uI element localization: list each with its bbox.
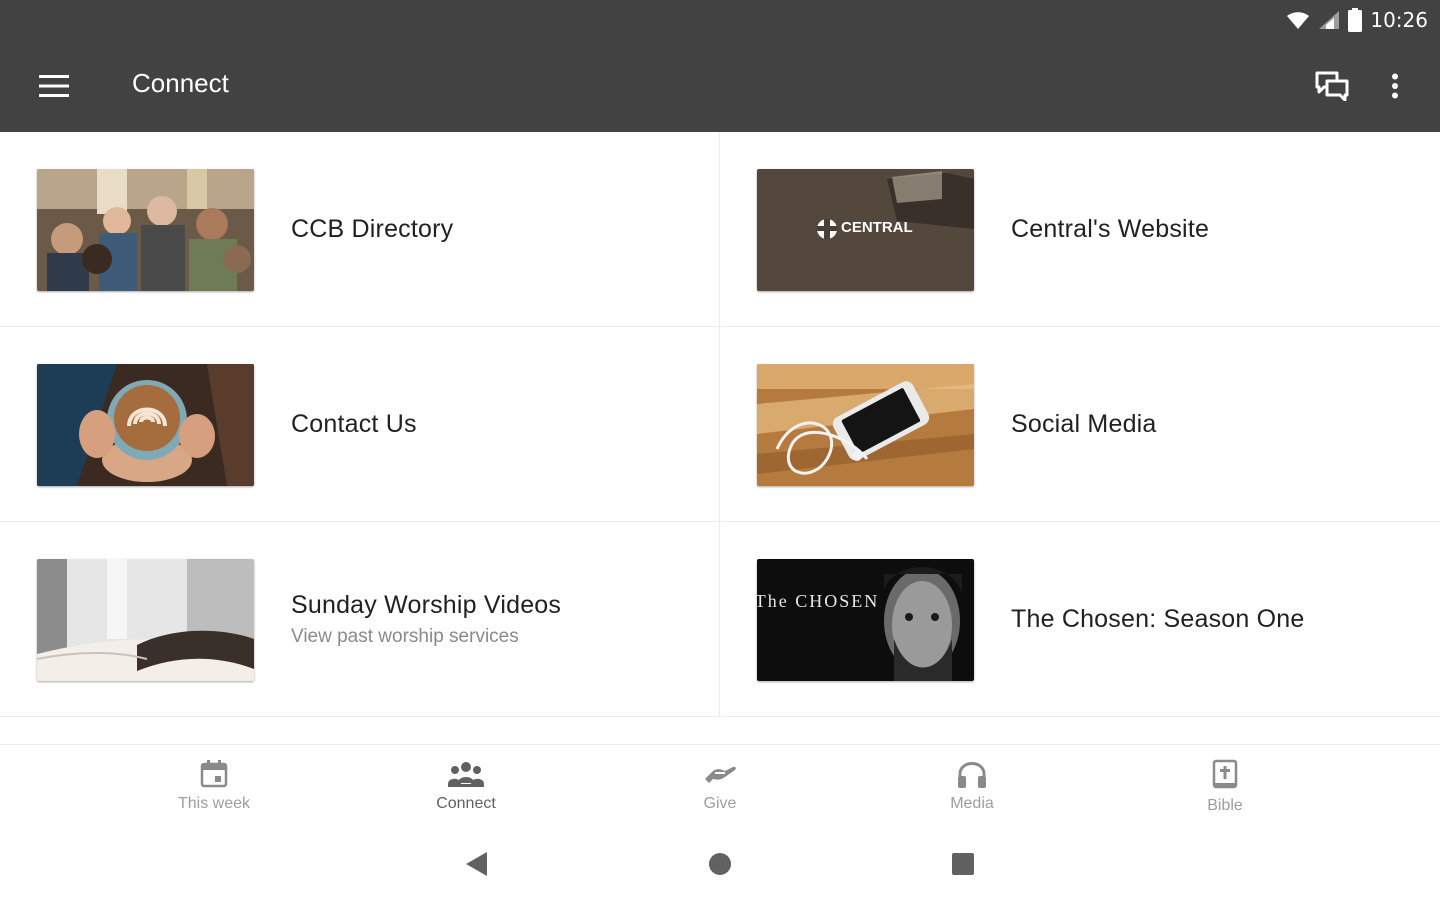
nav-label: Give	[703, 795, 737, 812]
status-time: 10:26	[1370, 8, 1428, 32]
latte-cup-photo	[37, 364, 254, 486]
more-options-button[interactable]	[1372, 60, 1418, 112]
people-icon	[448, 762, 484, 787]
recents-icon	[952, 853, 974, 875]
back-icon	[466, 852, 487, 876]
list-item-contact-us[interactable]: Contact Us	[0, 327, 720, 522]
chat-button[interactable]	[1306, 60, 1358, 112]
nav-give[interactable]: Give	[645, 745, 795, 829]
nav-label: This week	[177, 795, 251, 812]
group-of-people-photo	[37, 169, 254, 291]
system-navigation-bar	[0, 828, 1440, 900]
open-bible-photo	[37, 559, 254, 681]
connect-grid: CCB Directory CENTRAL Central's Website	[0, 132, 1440, 744]
wifi-icon	[1287, 12, 1310, 29]
menu-button[interactable]	[26, 62, 82, 110]
nav-label: Media	[950, 795, 994, 812]
page-title: Connect	[132, 68, 229, 98]
list-item-text: Contact Us	[291, 327, 417, 522]
phone-earbuds-photo	[757, 364, 974, 486]
nav-label: Bible	[1207, 797, 1243, 814]
status-bar: 10:26	[0, 0, 1440, 40]
signal-icon	[1319, 11, 1340, 29]
list-item-title: Social Media	[1011, 410, 1157, 438]
home-button[interactable]	[698, 846, 742, 882]
nav-label: Connect	[436, 795, 496, 812]
back-button[interactable]	[455, 846, 499, 882]
list-item-text: Central's Website	[1011, 132, 1209, 327]
list-item-title: Central's Website	[1011, 215, 1210, 243]
list-item-text: Sunday Worship Videos View past worship …	[291, 522, 561, 717]
headphones-icon	[958, 762, 986, 788]
central-logo-text: CENTRAL	[841, 219, 913, 236]
list-item-title: CCB Directory	[291, 215, 454, 243]
nav-media[interactable]: Media	[897, 745, 1047, 829]
home-icon	[709, 853, 731, 875]
list-item-title: Sunday Worship Videos	[291, 591, 562, 619]
chat-icon	[1315, 71, 1349, 101]
bible-icon	[1212, 759, 1238, 789]
central-logo-wood-photo: CENTRAL	[757, 169, 974, 291]
list-item-sunday-worship-videos[interactable]: Sunday Worship Videos View past worship …	[0, 522, 720, 717]
list-item-ccb-directory[interactable]: CCB Directory	[0, 132, 720, 327]
list-item-subtitle: View past worship services	[291, 626, 519, 647]
list-item-the-chosen[interactable]: The CHOSEN The Chosen: Season One	[721, 522, 1440, 717]
chosen-logo-text: The CHOSEN	[757, 591, 879, 611]
calendar-icon	[200, 760, 228, 788]
recents-button[interactable]	[941, 846, 985, 882]
status-icons: 10:26	[1286, 6, 1428, 34]
bottom-navigation: This week Connect Give Media Bible	[0, 744, 1440, 828]
the-chosen-poster: The CHOSEN	[757, 559, 974, 681]
list-item-title: Contact Us	[291, 410, 417, 438]
list-item-centrals-website[interactable]: CENTRAL Central's Website	[721, 132, 1440, 327]
list-item-title: The Chosen: Season One	[1011, 605, 1305, 633]
battery-icon	[1348, 8, 1363, 32]
app-bar: Connect	[0, 40, 1440, 132]
hamburger-menu-icon	[39, 75, 69, 97]
more-vert-icon	[1392, 73, 1398, 99]
list-item-text: Social Media	[1011, 327, 1157, 522]
give-hand-icon	[705, 766, 736, 783]
nav-connect[interactable]: Connect	[391, 745, 541, 829]
nav-this-week[interactable]: This week	[139, 745, 289, 829]
list-item-text: CCB Directory	[291, 132, 453, 327]
list-item-text: The Chosen: Season One	[1011, 522, 1304, 717]
nav-bible[interactable]: Bible	[1150, 745, 1300, 829]
list-item-social-media[interactable]: Social Media	[721, 327, 1440, 522]
